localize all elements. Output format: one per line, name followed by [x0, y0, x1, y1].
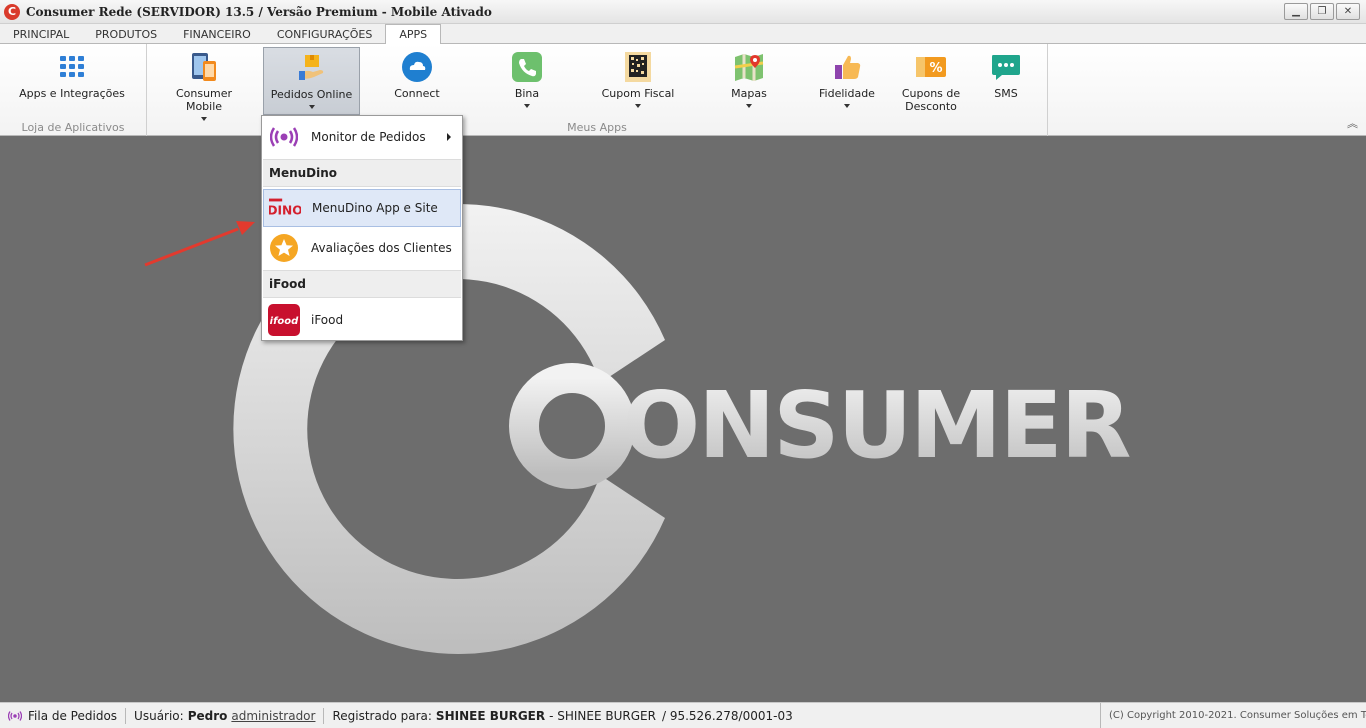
avaliacoes-label: Avaliações dos Clientes: [311, 241, 452, 255]
registrado-rest: - SHINEE BURGER: [549, 708, 656, 723]
usuario-label: Usuário:: [134, 708, 184, 723]
fila-pedidos-link[interactable]: Fila de Pedidos: [28, 709, 117, 723]
fidelidade-label: Fidelidade: [819, 87, 875, 100]
usuario-role-link[interactable]: administrador: [231, 709, 315, 723]
menu-item-menudino-app[interactable]: DINO MenuDino App e Site: [263, 189, 461, 227]
tab-principal[interactable]: PRINCIPAL: [0, 24, 82, 44]
svg-text:ifood: ifood: [270, 316, 300, 327]
tab-configuracoes[interactable]: CONFIGURAÇÕES: [264, 24, 386, 44]
cupom-fiscal-label: Cupom Fiscal: [601, 87, 675, 100]
thumbs-up-icon: [831, 51, 863, 83]
restore-button[interactable]: ❐: [1310, 3, 1334, 20]
collapse-ribbon-icon[interactable]: ︽: [1347, 115, 1358, 131]
tab-financeiro[interactable]: FINANCEIRO: [170, 24, 264, 44]
chevron-down-icon: [844, 104, 850, 108]
map-icon: [733, 51, 765, 83]
qr-receipt-icon: [622, 51, 654, 83]
bina-label: Bina: [514, 87, 540, 100]
main-workspace: ONSUMER: [0, 137, 1366, 699]
status-bar: Fila de Pedidos Usuário: Pedro administr…: [0, 702, 1366, 728]
chat-bubble-icon: [990, 51, 1022, 83]
grid-icon: [56, 51, 88, 83]
svg-text:DINO: DINO: [269, 204, 301, 218]
fidelidade-button[interactable]: Fidelidade: [803, 47, 891, 115]
cloud-icon: [401, 51, 433, 83]
title-bar: C Consumer Rede (SERVIDOR) 13.5 / Versão…: [0, 0, 1366, 24]
phone-icon: [511, 51, 543, 83]
close-button[interactable]: ✕: [1336, 3, 1360, 20]
mobile-devices-icon: [188, 51, 220, 83]
connect-button[interactable]: Connect: [373, 47, 461, 115]
consumer-mobile-button[interactable]: Consumer Mobile: [157, 47, 251, 121]
group-loja-aplicativos: Apps e Integrações Loja de Aplicativos: [0, 44, 147, 136]
chevron-down-icon: [746, 104, 752, 108]
cupons-desconto-label: Cupons de Desconto: [901, 87, 961, 113]
background-logo-text: ONSUMER: [622, 372, 1130, 479]
menudino-logo-icon: DINO: [269, 192, 301, 224]
ifood-label: iFood: [311, 313, 344, 327]
app-logo-icon[interactable]: C: [4, 3, 20, 20]
ribbon-tabs: PRINCIPAL PRODUTOS FINANCEIRO CONFIGURAÇ…: [0, 24, 1366, 45]
status-separator: [323, 707, 325, 724]
menu-header-menudino: MenuDino: [263, 159, 461, 187]
chevron-down-icon: [635, 104, 641, 108]
pedidos-online-button[interactable]: Pedidos Online: [263, 47, 360, 115]
ribbon: Apps e Integrações Loja de Aplicativos C…: [0, 44, 1366, 136]
apps-integracoes-label: Apps e Integrações: [19, 87, 125, 100]
ifood-logo-icon: ifood: [268, 304, 300, 336]
menu-item-monitor-pedidos[interactable]: Monitor de Pedidos: [263, 120, 461, 154]
chevron-right-icon: [447, 133, 451, 141]
cupom-fiscal-button[interactable]: Cupom Fiscal: [593, 47, 683, 115]
registrado-name: SHINEE BURGER: [435, 708, 546, 723]
usuario-name: Pedro: [187, 708, 228, 723]
chevron-down-icon: [524, 104, 530, 108]
consumer-mobile-label: Consumer Mobile: [175, 87, 233, 113]
cnpj-text: / 95.526.278/0001-03: [661, 708, 793, 723]
broadcast-icon: [268, 121, 300, 153]
minimize-button[interactable]: ▁: [1284, 3, 1308, 20]
chevron-down-icon: [308, 105, 315, 109]
sms-button[interactable]: SMS: [973, 47, 1039, 115]
cupons-desconto-button[interactable]: % Cupons de Desconto: [893, 47, 969, 115]
connect-label: Connect: [394, 87, 440, 100]
star-icon: [268, 232, 300, 264]
tab-produtos[interactable]: PRODUTOS: [82, 24, 170, 44]
menu-item-avaliacoes[interactable]: Avaliações dos Clientes: [263, 229, 461, 267]
mapas-label: Mapas: [731, 87, 767, 100]
menu-item-ifood[interactable]: ifood iFood: [263, 301, 461, 339]
tab-apps[interactable]: APPS: [385, 24, 442, 45]
menudino-app-label: MenuDino App e Site: [312, 201, 438, 215]
status-separator: [125, 707, 127, 724]
pedidos-online-label: Pedidos Online: [270, 88, 353, 101]
consumer-background-logo: ONSUMER: [144, 204, 1132, 654]
copyright-text: (C) Copyright 2010-2021. Consumer Soluçõ…: [1100, 703, 1366, 728]
delivery-box-icon: [296, 52, 328, 84]
mapas-button[interactable]: Mapas: [705, 47, 793, 115]
registrado-label: Registrado para:: [332, 708, 432, 723]
bina-button[interactable]: Bina: [483, 47, 571, 115]
window-controls: ▁ ❐ ✕: [1284, 3, 1360, 20]
monitor-pedidos-label: Monitor de Pedidos: [311, 130, 426, 144]
sms-label: SMS: [994, 87, 1018, 100]
svg-text:%: %: [929, 61, 942, 76]
group-label-loja: Loja de Aplicativos: [21, 121, 125, 134]
apps-integracoes-button[interactable]: Apps e Integrações: [18, 47, 126, 115]
pedidos-online-dropdown: Monitor de Pedidos MenuDino DINO MenuDin…: [261, 115, 463, 341]
window-title: Consumer Rede (SERVIDOR) 13.5 / Versão P…: [26, 4, 492, 19]
discount-coupon-icon: %: [915, 51, 947, 83]
broadcast-icon: [8, 710, 22, 722]
menu-header-ifood: iFood: [263, 270, 461, 298]
